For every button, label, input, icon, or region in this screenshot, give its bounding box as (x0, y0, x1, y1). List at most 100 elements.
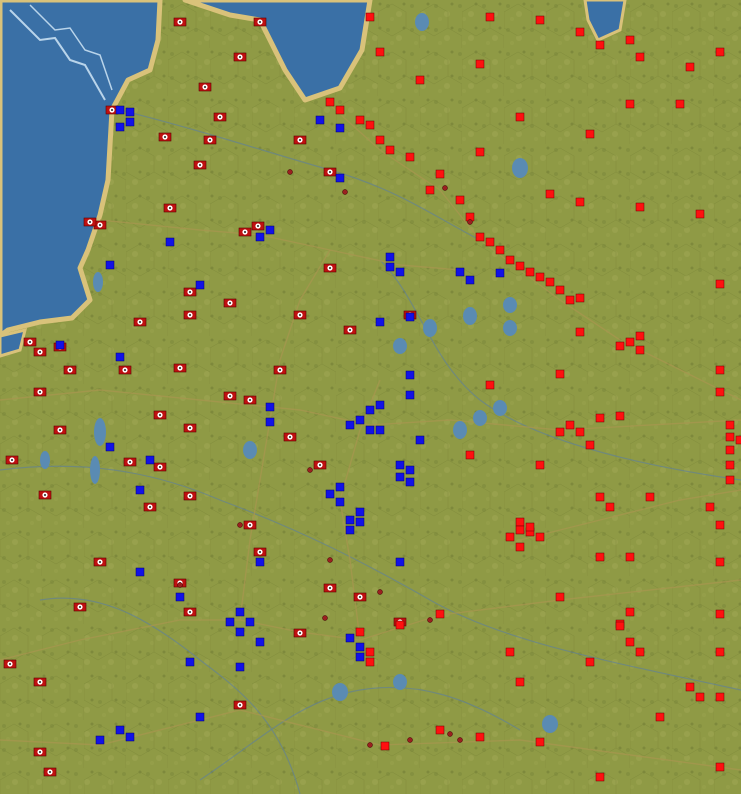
blue-unit-counter-icon[interactable] (265, 417, 275, 427)
red-unit-counter-icon[interactable] (715, 520, 725, 530)
blue-unit-counter-icon[interactable] (125, 732, 135, 742)
axis-unit-flag-icon[interactable] (233, 700, 247, 710)
red-unit-counter-icon[interactable] (715, 47, 725, 57)
red-unit-counter-icon[interactable] (705, 502, 715, 512)
axis-unit-flag-icon[interactable] (293, 310, 307, 320)
axis-unit-flag-icon[interactable] (203, 135, 217, 145)
blue-unit-counter-icon[interactable] (235, 662, 245, 672)
blue-unit-counter-icon[interactable] (115, 352, 125, 362)
red-unit-counter-icon[interactable] (525, 522, 535, 532)
red-unit-counter-icon[interactable] (515, 112, 525, 122)
axis-unit-flag-icon[interactable] (233, 52, 247, 62)
red-unit-counter-icon[interactable] (655, 712, 665, 722)
red-unit-counter-icon[interactable] (435, 725, 445, 735)
axis-unit-flag-icon[interactable] (3, 659, 17, 669)
red-unit-counter-icon[interactable] (625, 99, 635, 109)
axis-unit-flag-icon[interactable] (253, 17, 267, 27)
red-unit-counter-icon[interactable] (555, 369, 565, 379)
blue-unit-counter-icon[interactable] (395, 460, 405, 470)
blue-unit-counter-icon[interactable] (375, 400, 385, 410)
blue-unit-counter-icon[interactable] (355, 642, 365, 652)
red-unit-counter-icon[interactable] (615, 411, 625, 421)
red-unit-counter-icon[interactable] (385, 145, 395, 155)
blue-unit-counter-icon[interactable] (135, 567, 145, 577)
red-unit-counter-icon[interactable] (595, 40, 605, 50)
red-unit-counter-icon[interactable] (475, 232, 485, 242)
blue-unit-counter-icon[interactable] (145, 455, 155, 465)
blue-unit-counter-icon[interactable] (185, 657, 195, 667)
red-unit-counter-icon[interactable] (685, 682, 695, 692)
blue-unit-counter-icon[interactable] (345, 420, 355, 430)
red-unit-counter-icon[interactable] (715, 609, 725, 619)
city-marker-icon[interactable] (342, 189, 348, 195)
axis-unit-flag-icon[interactable] (33, 387, 47, 397)
city-marker-icon[interactable] (427, 617, 433, 623)
red-unit-counter-icon[interactable] (535, 460, 545, 470)
axis-unit-flag-icon[interactable] (143, 502, 157, 512)
red-unit-counter-icon[interactable] (595, 413, 605, 423)
blue-unit-counter-icon[interactable] (265, 225, 275, 235)
red-unit-counter-icon[interactable] (605, 502, 615, 512)
blue-unit-counter-icon[interactable] (495, 268, 505, 278)
blue-unit-counter-icon[interactable] (315, 115, 325, 125)
red-unit-counter-icon[interactable] (375, 135, 385, 145)
red-unit-counter-icon[interactable] (715, 279, 725, 289)
red-unit-counter-icon[interactable] (415, 75, 425, 85)
blue-unit-counter-icon[interactable] (405, 390, 415, 400)
map-canvas[interactable] (0, 0, 741, 794)
red-unit-counter-icon[interactable] (715, 387, 725, 397)
red-unit-counter-icon[interactable] (715, 762, 725, 772)
red-unit-counter-icon[interactable] (475, 59, 485, 69)
red-unit-counter-icon[interactable] (485, 380, 495, 390)
red-unit-counter-icon[interactable] (515, 525, 525, 535)
blue-unit-counter-icon[interactable] (335, 482, 345, 492)
red-unit-counter-icon[interactable] (435, 169, 445, 179)
axis-unit-flag-icon[interactable] (33, 747, 47, 757)
red-unit-counter-icon[interactable] (635, 345, 645, 355)
red-unit-counter-icon[interactable] (515, 517, 525, 527)
blue-unit-counter-icon[interactable] (465, 275, 475, 285)
red-unit-counter-icon[interactable] (535, 737, 545, 747)
red-unit-counter-icon[interactable] (685, 62, 695, 72)
axis-unit-flag-icon[interactable] (173, 363, 187, 373)
red-unit-counter-icon[interactable] (575, 197, 585, 207)
red-unit-counter-icon[interactable] (575, 293, 585, 303)
red-unit-counter-icon[interactable] (515, 261, 525, 271)
axis-unit-flag-icon[interactable] (293, 628, 307, 638)
red-unit-counter-icon[interactable] (475, 732, 485, 742)
red-unit-counter-icon[interactable] (615, 621, 625, 631)
city-marker-icon[interactable] (237, 522, 243, 528)
axis-unit-flag-icon[interactable] (83, 217, 97, 227)
blue-unit-counter-icon[interactable] (355, 507, 365, 517)
blue-unit-counter-icon[interactable] (395, 557, 405, 567)
red-unit-counter-icon[interactable] (595, 552, 605, 562)
red-unit-counter-icon[interactable] (495, 245, 505, 255)
city-marker-icon[interactable] (327, 557, 333, 563)
city-marker-icon[interactable] (322, 615, 328, 621)
red-unit-counter-icon[interactable] (725, 475, 735, 485)
red-unit-counter-icon[interactable] (725, 460, 735, 470)
blue-unit-counter-icon[interactable] (345, 633, 355, 643)
axis-unit-flag-icon[interactable] (213, 112, 227, 122)
blue-unit-counter-icon[interactable] (365, 425, 375, 435)
red-unit-counter-icon[interactable] (355, 115, 365, 125)
red-unit-counter-icon[interactable] (585, 129, 595, 139)
strategic-hex-map[interactable] (0, 0, 741, 794)
red-unit-counter-icon[interactable] (635, 331, 645, 341)
red-unit-counter-icon[interactable] (485, 12, 495, 22)
red-unit-counter-icon[interactable] (585, 440, 595, 450)
axis-unit-flag-icon[interactable] (243, 520, 257, 530)
axis-unit-flag-icon[interactable] (53, 425, 67, 435)
axis-unit-flag-icon[interactable] (293, 135, 307, 145)
city-marker-icon[interactable] (177, 582, 183, 588)
blue-unit-counter-icon[interactable] (55, 340, 65, 350)
red-unit-counter-icon[interactable] (545, 277, 555, 287)
red-unit-counter-icon[interactable] (595, 492, 605, 502)
blue-unit-counter-icon[interactable] (225, 617, 235, 627)
red-unit-counter-icon[interactable] (625, 552, 635, 562)
city-marker-icon[interactable] (287, 169, 293, 175)
blue-unit-counter-icon[interactable] (245, 617, 255, 627)
red-unit-counter-icon[interactable] (715, 557, 725, 567)
blue-unit-counter-icon[interactable] (125, 107, 135, 117)
red-unit-counter-icon[interactable] (695, 692, 705, 702)
